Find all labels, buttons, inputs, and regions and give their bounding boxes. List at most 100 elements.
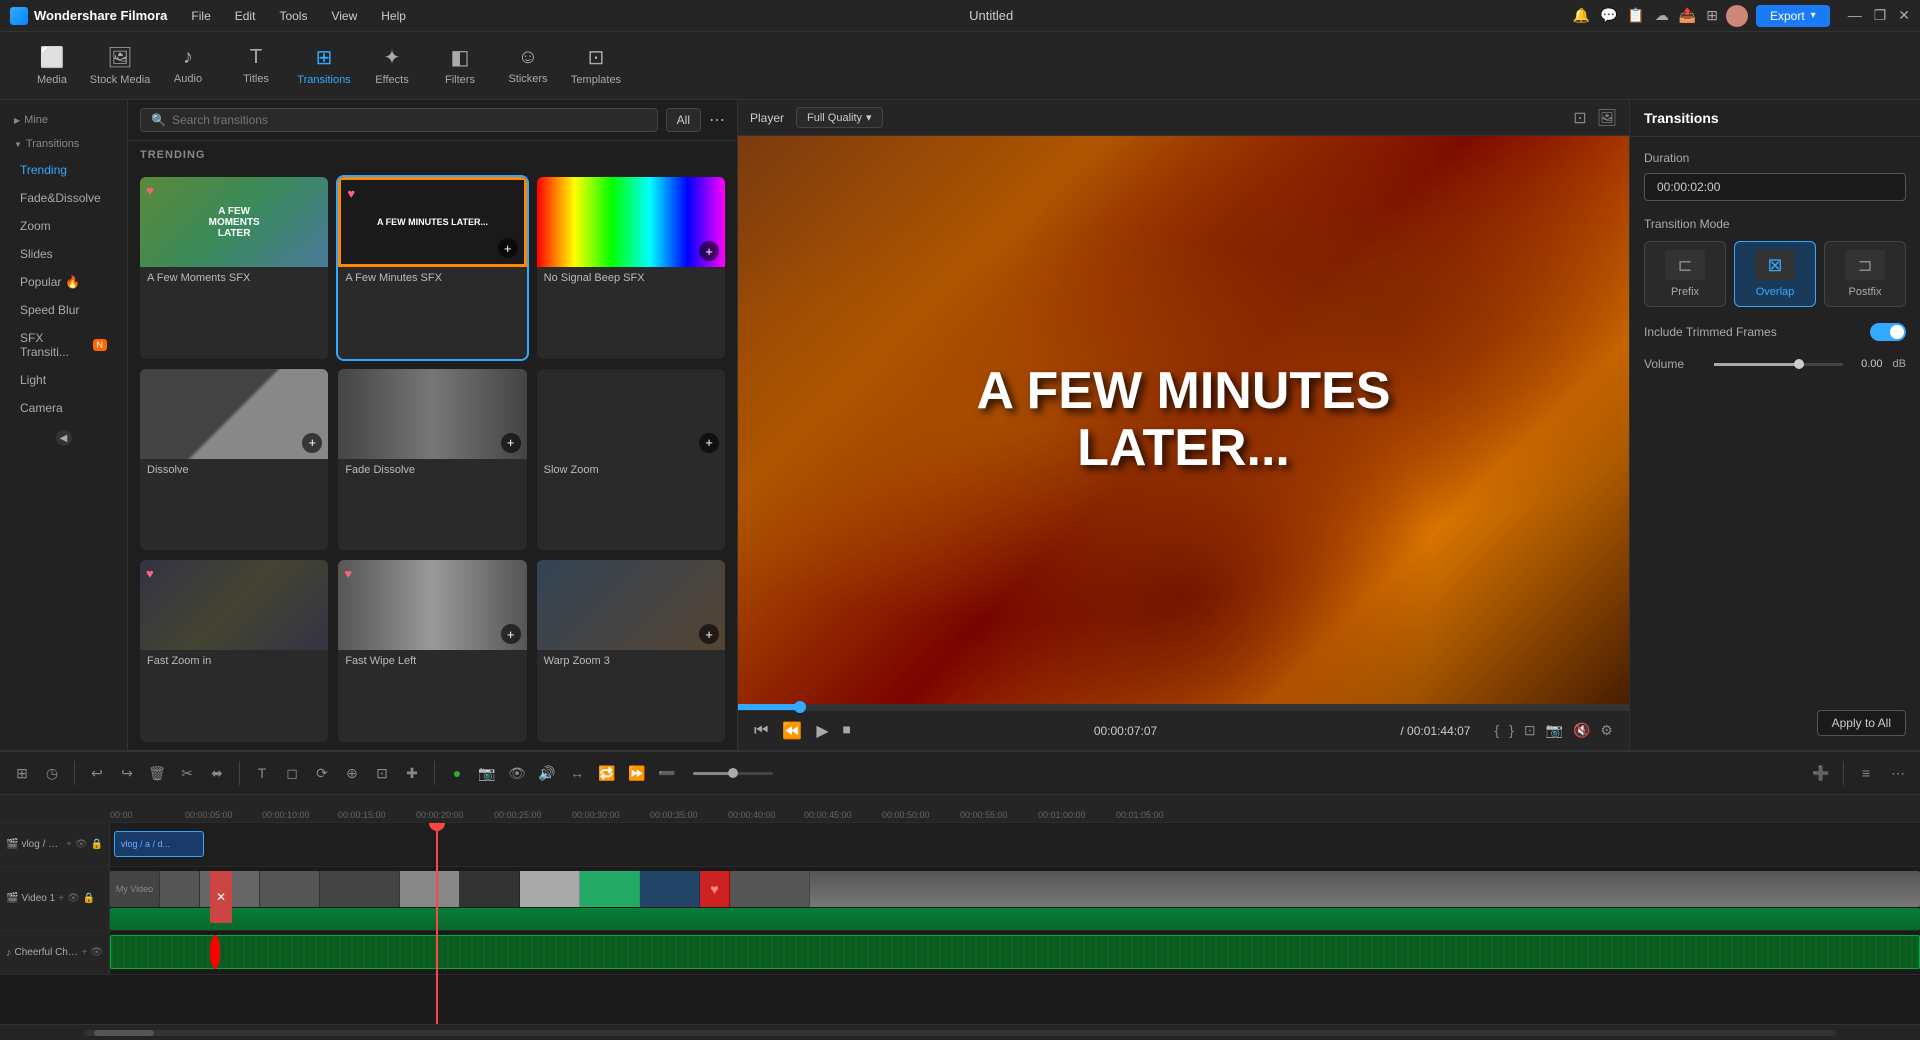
transition-card-fast-wipe[interactable]: ♥ + Fast Wipe Left — [338, 560, 526, 742]
cut-icon[interactable]: ✂ — [173, 759, 201, 787]
mode-prefix-card[interactable]: ⊏ Prefix — [1644, 241, 1726, 307]
minimize-button[interactable]: — — [1848, 7, 1862, 24]
sidebar-item-slides[interactable]: Slides — [6, 241, 121, 267]
sfx2-add-button[interactable]: + — [498, 238, 518, 258]
dissolve-add-button[interactable]: + — [302, 433, 322, 453]
grid-icon[interactable]: ⊞ — [1706, 7, 1718, 24]
camera-tool-icon[interactable]: 📷 — [473, 759, 501, 787]
track-video1-lock-icon[interactable]: 🔒 — [83, 893, 95, 904]
mark-in-icon[interactable]: { — [1494, 722, 1499, 739]
delete-icon[interactable]: 🗑 — [143, 759, 171, 787]
redo-icon[interactable]: ↪ — [113, 759, 141, 787]
list-view-icon[interactable]: ≡ — [1852, 759, 1880, 787]
cloud-icon[interactable]: ☁ — [1655, 7, 1669, 24]
slow-zoom-add-button[interactable]: + — [699, 433, 719, 453]
eye-icon[interactable]: 👁 — [503, 759, 531, 787]
transition-card-sfx2[interactable]: A FEW MINUTES LATER... ♥ + A Few Minutes… — [338, 177, 526, 359]
scrollbar-thumb[interactable] — [94, 1030, 154, 1036]
fade-dissolve-add-button[interactable]: + — [501, 433, 521, 453]
tool-titles[interactable]: T Titles — [224, 38, 288, 94]
sidebar-item-camera[interactable]: Camera — [6, 395, 121, 421]
zoom-out-icon[interactable]: ➖ — [653, 759, 681, 787]
split-view-icon[interactable]: ⊡ — [1573, 108, 1586, 128]
menu-file[interactable]: File — [187, 7, 214, 25]
tool-media[interactable]: ⬜ Media — [20, 38, 84, 94]
transition-card-sfx1[interactable]: A FEWMOMENTSLATER ♥ A Few Moments SFX — [140, 177, 328, 359]
more-options-icon[interactable]: ⋯ — [1884, 759, 1912, 787]
feedback-icon[interactable]: 📋 — [1627, 7, 1644, 24]
record-icon[interactable]: ● — [443, 759, 471, 787]
search-input-field[interactable] — [172, 113, 647, 127]
skip-back-button[interactable]: ⏮ — [754, 722, 768, 740]
transition-card-fade-dissolve[interactable]: + Fade Dissolve — [338, 369, 526, 551]
sidebar-item-speed-blur[interactable]: Speed Blur — [6, 297, 121, 323]
settings-icon[interactable]: ⚙ — [1600, 722, 1613, 739]
clip-to-selection-icon[interactable]: ⊡ — [1524, 722, 1536, 739]
audio-clip[interactable] — [110, 935, 1920, 969]
tool-audio[interactable]: ♪ Audio — [156, 38, 220, 94]
crop-icon[interactable]: ◻ — [278, 759, 306, 787]
transition-auto-icon[interactable]: ↔ — [563, 759, 591, 787]
quality-button[interactable]: Full Quality ▾ — [796, 107, 883, 128]
sidebar-item-light[interactable]: Light — [6, 367, 121, 393]
loop-icon[interactable]: 🔁 — [593, 759, 621, 787]
trimmed-frames-toggle[interactable] — [1870, 323, 1906, 341]
audio-mute-icon[interactable]: 🔊 — [533, 759, 561, 787]
track-overlay-eye-icon[interactable]: 👁 — [75, 839, 88, 850]
sidebar-item-popular[interactable]: Popular 🔥 — [6, 269, 121, 295]
menu-view[interactable]: View — [327, 7, 361, 25]
add-icon[interactable]: ⊕ — [338, 759, 366, 787]
export-button[interactable]: Export ▾ — [1756, 5, 1830, 27]
ripple-tool-icon[interactable]: ◷ — [38, 759, 66, 787]
audio-start-marker[interactable] — [210, 935, 220, 969]
menu-edit[interactable]: Edit — [231, 7, 260, 25]
plus-icon[interactable]: ✚ — [398, 759, 426, 787]
audio-off-icon[interactable]: 🔇 — [1573, 722, 1590, 739]
user-avatar[interactable] — [1726, 5, 1748, 27]
snapshot-icon[interactable]: 📷 — [1546, 722, 1563, 739]
transition-marker[interactable]: ✕ — [210, 871, 232, 923]
grid-tool-icon[interactable]: ⊡ — [368, 759, 396, 787]
transition-card-dissolve[interactable]: + Dissolve — [140, 369, 328, 551]
step-back-button[interactable]: ⏪ — [782, 721, 802, 741]
restore-button[interactable]: ❐ — [1874, 7, 1887, 24]
mark-out-icon[interactable]: } — [1509, 722, 1514, 739]
player-progress-bar[interactable] — [738, 704, 1629, 710]
tool-transitions[interactable]: ⊞ Transitions — [292, 38, 356, 94]
close-button[interactable]: ✕ — [1898, 7, 1910, 24]
fast-wipe-add-button[interactable]: + — [501, 624, 521, 644]
tool-stock-media[interactable]: 🖼 Stock Media — [88, 38, 152, 94]
rotate-icon[interactable]: ⟳ — [308, 759, 336, 787]
share-icon[interactable]: 📤 — [1679, 7, 1696, 24]
zoom-slider[interactable] — [693, 772, 773, 775]
search-bar[interactable]: 🔍 — [140, 108, 658, 132]
track-audio1-add-icon[interactable]: + — [81, 947, 87, 958]
track-overlay-add-icon[interactable]: + — [66, 839, 72, 850]
apply-to-all-button[interactable]: Apply to All — [1817, 710, 1906, 736]
tool-effects[interactable]: ✦ Effects — [360, 38, 424, 94]
player-progress-thumb[interactable] — [794, 701, 806, 713]
text-icon[interactable]: T — [248, 759, 276, 787]
menu-tools[interactable]: Tools — [275, 7, 311, 25]
chat-icon[interactable]: 💬 — [1600, 7, 1617, 24]
split-icon[interactable]: ⬌ — [203, 759, 231, 787]
mode-overlap-card[interactable]: ⊠ Overlap — [1734, 241, 1816, 307]
panel-collapse-button[interactable]: ◀ — [56, 430, 72, 446]
tool-filters[interactable]: ◧ Filters — [428, 38, 492, 94]
play-button[interactable]: ▶ — [816, 721, 828, 741]
tool-stickers[interactable]: ☺ Stickers — [496, 38, 560, 94]
zoom-thumb[interactable] — [728, 768, 738, 778]
select-tool-icon[interactable]: ⊞ — [8, 759, 36, 787]
track-overlay-lock-icon[interactable]: 🔒 — [91, 839, 103, 850]
track-audio1-eye-icon[interactable]: 👁 — [90, 947, 103, 958]
sidebar-item-sfx-transition[interactable]: SFX Transiti... N — [6, 325, 121, 365]
duration-value-display[interactable]: 00:00:02:00 — [1644, 173, 1906, 201]
transition-card-fast-zoom[interactable]: ♥ Fast Zoom in — [140, 560, 328, 742]
notification-icon[interactable]: 🔔 — [1573, 7, 1590, 24]
volume-slider[interactable] — [1714, 363, 1843, 366]
transition-card-slow-zoom[interactable]: + Slow Zoom — [537, 369, 725, 551]
tool-templates[interactable]: ⊡ Templates — [564, 38, 628, 94]
menu-help[interactable]: Help — [377, 7, 410, 25]
transition-card-warp-zoom[interactable]: + Warp Zoom 3 — [537, 560, 725, 742]
zoom-in-icon[interactable]: ➕ — [1807, 759, 1835, 787]
